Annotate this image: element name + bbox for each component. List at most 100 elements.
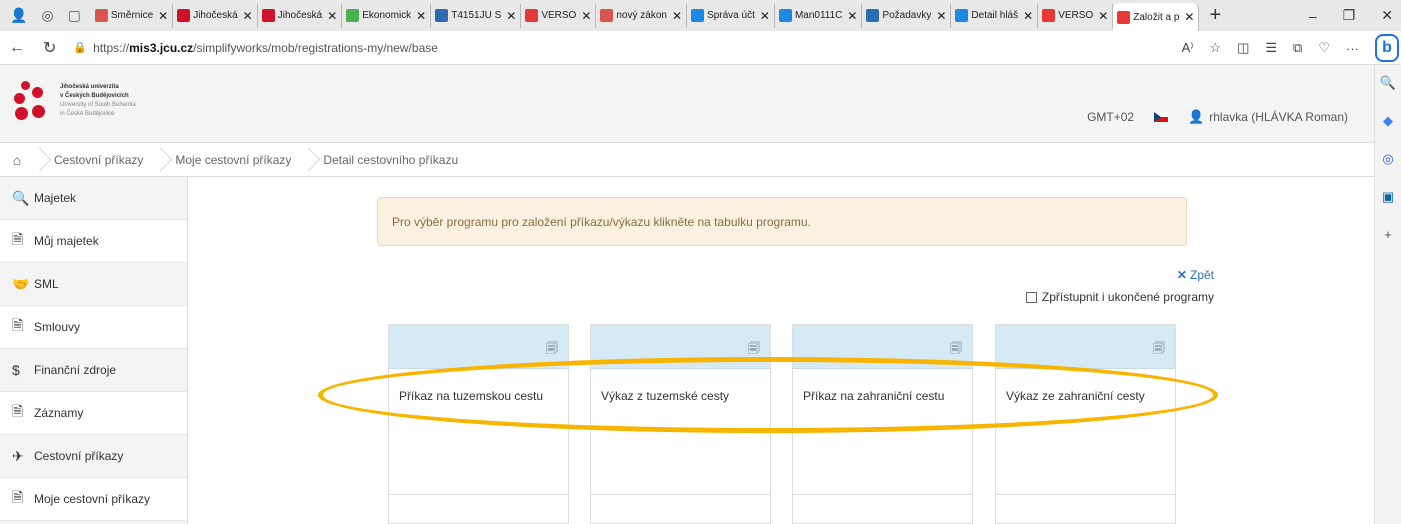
close-window-icon[interactable]: ✕ [1381,7,1393,24]
minimize-icon[interactable]: – [1309,8,1317,24]
bing-copilot-icon[interactable]: b [1375,34,1399,62]
tab-favicon-icon [778,9,792,22]
edge-sidebar: 🔍 ◆ ◎ ▣ + [1374,65,1401,524]
tab-close-icon[interactable]: ✕ [1184,10,1194,24]
refresh-icon[interactable]: ↻ [34,38,65,58]
collections-icon[interactable]: ⧉ [1293,40,1302,56]
menu-item[interactable]: 🔍 Majetek [0,177,187,220]
program-card-header: 🗐 [591,325,770,369]
tab-favicon-icon [435,9,449,22]
browser-tab[interactable]: Správa účt ✕ [687,3,775,28]
tab-label: Směrnice [110,10,154,21]
logo-dots-icon [12,81,52,121]
user-menu[interactable]: 👤 rhlavka (HLÁVKA Roman) [1188,109,1348,125]
timezone-label[interactable]: GMT+02 [1087,110,1134,124]
office-icon[interactable]: ◎ [1382,151,1393,167]
tab-favicon-icon [866,9,880,22]
tab-actions-icon[interactable]: ▢ [68,7,81,24]
menu-item[interactable]: 🗎 Záznamy [0,392,187,435]
menu-item[interactable]: 🗎 Smlouvy [0,306,187,349]
favorite-star-icon[interactable]: ☆ [1209,40,1221,56]
document-icon: 🗐 [546,341,558,355]
browser-tab[interactable]: VERSO ✕ [521,3,597,28]
restore-icon[interactable]: ❐ [1343,7,1356,24]
menu-item[interactable]: ✈ Cestovní příkazy [0,435,187,478]
browser-tab[interactable]: Detail hláš ✕ [951,3,1039,28]
menu-item-label: Smlouvy [34,320,81,334]
logo-line: University of South Bohemia [60,102,136,108]
tab-close-icon[interactable]: ✕ [936,9,946,23]
profile-icon[interactable]: 👤 [10,7,27,24]
checkbox-box[interactable] [1025,291,1037,303]
tab-close-icon[interactable]: ✕ [506,9,516,23]
show-ended-programs-checkbox[interactable]: Zpřístupnit i ukončené programy [1025,290,1214,304]
university-logo[interactable]: Jihočeská univerzita v Českých Budějovic… [12,81,136,121]
tab-close-icon[interactable]: ✕ [1098,9,1108,23]
document-icon: 🗐 [748,341,760,355]
window-controls: – ❐ ✕ [1309,0,1401,31]
breadcrumb-separator [30,143,42,177]
menu-item[interactable]: $ Finanční zdroje [0,349,187,392]
program-card-title[interactable]: Výkaz ze zahraniční cesty [996,369,1175,495]
tab-close-icon[interactable]: ✕ [327,9,337,23]
program-card-title[interactable]: Příkaz na tuzemskou cestu [389,369,568,495]
document-icon: 🗎 [12,489,24,505]
program-card[interactable]: 🗐 Příkaz na tuzemskou cestu [388,324,569,524]
tab-label: Jihočeská [193,10,238,21]
tab-close-icon[interactable]: ✕ [158,9,168,23]
address-bar: ← ↻ 🔒 https://mis3.jcu.cz/simplifyworks/… [0,31,1401,65]
program-card-title[interactable]: Výkaz z tuzemské cesty [591,369,770,495]
browser-tab[interactable]: Ekonomick ✕ [342,3,432,28]
program-card[interactable]: 🗐 Příkaz na zahraniční cestu [792,324,973,524]
back-icon[interactable]: ← [0,39,34,57]
tab-close-icon[interactable]: ✕ [672,9,682,23]
browser-tab[interactable]: nový zákon ✕ [596,3,688,28]
browser-tab[interactable]: Založit a p ✕ [1113,3,1200,31]
logo-text: Jihočeská univerzita v Českých Budějovic… [60,83,136,119]
tab-label: Založit a p [1133,11,1180,23]
extensions-icon[interactable]: ♡ [1318,40,1330,56]
tab-close-icon[interactable]: ✕ [581,9,591,23]
url-field[interactable]: 🔒 https://mis3.jcu.cz/simplifyworks/mob/… [73,41,438,55]
back-link[interactable]: ✕ Zpět [1177,268,1214,282]
outlook-icon[interactable]: ▣ [1382,189,1394,205]
show-ended-label: Zpřístupnit i ukončené programy [1041,290,1214,304]
add-sidebar-app-icon[interactable]: + [1384,227,1392,242]
more-options-icon[interactable]: ··· [1346,41,1359,56]
workspaces-icon[interactable]: ◎ [41,7,53,24]
browser-tab[interactable]: Man0111C ✕ [775,3,863,28]
read-aloud-icon[interactable]: A⁾ [1182,40,1194,56]
search-icon[interactable]: 🔍 [1380,75,1396,91]
tab-close-icon[interactable]: ✕ [1023,9,1033,23]
browser-tab[interactable]: VERSO ✕ [1038,3,1114,28]
menu-item[interactable]: 🤝 SML [0,263,187,306]
browser-tab[interactable]: Jihočeská ✕ [173,3,258,28]
browser-tab[interactable]: T4151JU S ✕ [431,3,522,28]
tab-label: Požadavky [882,10,932,21]
tab-close-icon[interactable]: ✕ [416,9,426,23]
favorites-list-icon[interactable]: ☰ [1265,40,1277,56]
new-tab-button[interactable]: + [1199,4,1231,27]
program-card[interactable]: 🗐 Výkaz ze zahraniční cesty [995,324,1176,524]
shopping-tag-icon[interactable]: ◆ [1383,113,1393,129]
menu-item[interactable]: 🗎 Moje cestovní příkazy [0,478,187,521]
logo-line: in České Budějovice [60,111,115,117]
program-card[interactable]: 🗐 Výkaz z tuzemské cesty [590,324,771,524]
browser-tab[interactable]: Směrnice ✕ [91,3,174,28]
browser-tab[interactable]: Požadavky ✕ [862,3,952,28]
program-card-title[interactable]: Příkaz na zahraniční cestu [793,369,972,495]
menu-item[interactable]: 🗎 Můj majetek [0,220,187,263]
tab-close-icon[interactable]: ✕ [760,9,770,23]
home-icon[interactable]: ⌂ [0,152,30,168]
menu-item-label: SML [34,277,59,291]
handshake-icon: 🤝 [12,275,30,292]
tab-close-icon[interactable]: ✕ [243,9,253,23]
tab-label: Ekonomick [362,10,412,21]
tab-close-icon[interactable]: ✕ [847,9,857,23]
browser-tab[interactable]: Jihočeská ✕ [258,3,343,28]
logo-line: Jihočeská univerzita [60,84,119,90]
czech-flag-icon[interactable] [1154,112,1169,122]
breadcrumb-item-travel-orders[interactable]: Cestovní příkazy [42,143,151,177]
breadcrumb-item-my-travel-orders[interactable]: Moje cestovní příkazy [163,143,299,177]
split-screen-icon[interactable]: ◫ [1237,40,1249,56]
